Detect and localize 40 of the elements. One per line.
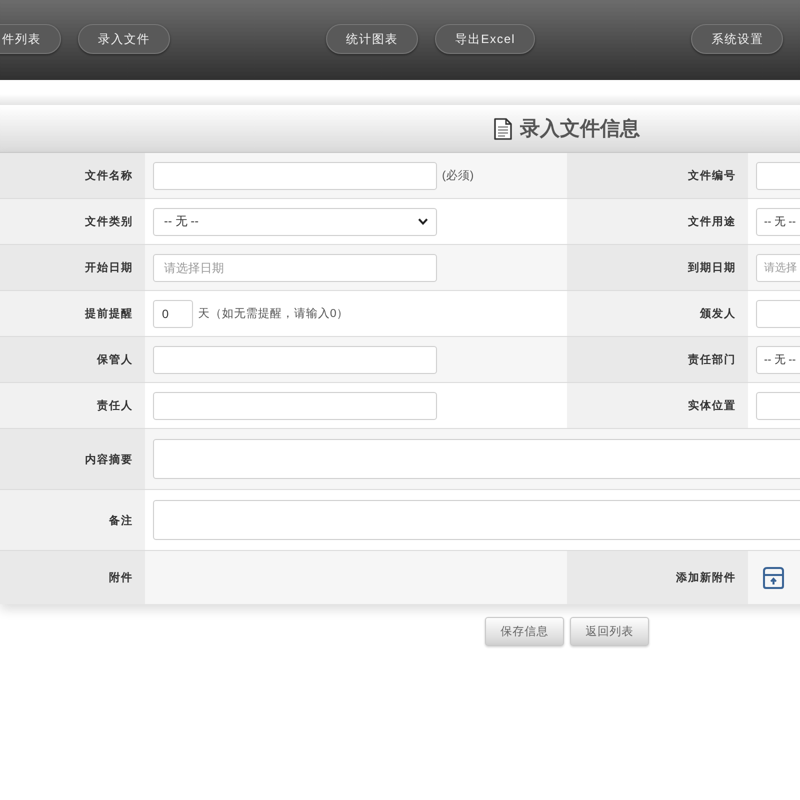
action-button[interactable]: 保存信息 [485, 617, 564, 646]
field-label: 文件类别 [85, 214, 133, 229]
text-area[interactable] [153, 500, 800, 540]
input-field[interactable] [153, 162, 437, 190]
text-area[interactable] [153, 439, 800, 479]
field-label: 责任部门 [688, 352, 736, 367]
action-button[interactable]: 返回列表 [570, 617, 649, 646]
nav-button[interactable]: 系统设置 [691, 24, 784, 54]
page-title: 录入文件信息 [520, 116, 640, 142]
field-hint: 天（如无需提醒，请输入0） [198, 306, 348, 321]
document-icon [494, 118, 512, 140]
nav-button[interactable]: 统计图表 [326, 24, 418, 54]
field-label: 附件 [109, 571, 133, 585]
nav-button[interactable]: 录入文件 [78, 24, 170, 54]
input-field[interactable]: 请选择 [756, 254, 800, 282]
nav-button[interactable]: 导出Excel [435, 24, 536, 54]
field-label: 内容摘要 [85, 452, 133, 466]
field-label: 文件编号 [688, 168, 736, 183]
select-field[interactable]: -- 无 -- [756, 346, 800, 374]
field-label: 文件名称 [85, 168, 133, 183]
input-field[interactable] [153, 392, 437, 420]
caret-icon [418, 218, 428, 225]
select-field[interactable]: -- 无 -- [756, 208, 800, 236]
select-field[interactable]: -- 无 -- [153, 208, 437, 236]
field-label: 添加新附件 [676, 570, 736, 585]
field-label: 文件用途 [688, 214, 736, 229]
field-label: 实体位置 [688, 398, 736, 413]
input-field[interactable] [153, 346, 437, 374]
field-label: 责任人 [97, 398, 133, 413]
input-field[interactable]: 0 [153, 300, 193, 328]
field-hint: (必须) [442, 168, 474, 183]
field-label: 保管人 [97, 353, 133, 367]
field-label: 备注 [109, 514, 133, 528]
field-label: 开始日期 [85, 260, 133, 275]
nav-button[interactable]: 件列表 [0, 24, 61, 54]
upload-icon[interactable] [762, 566, 785, 588]
field-label: 颁发人 [700, 306, 736, 321]
input-field[interactable]: 请选择日期 [153, 254, 437, 282]
field-label: 到期日期 [688, 260, 736, 275]
field-label: 提前提醒 [85, 306, 133, 321]
